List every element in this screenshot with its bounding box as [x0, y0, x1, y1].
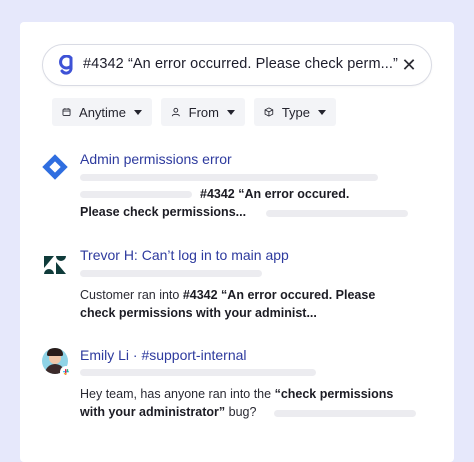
placeholder-bar	[80, 270, 262, 277]
result-snippet: check permissions with your administ...	[80, 306, 317, 320]
person-icon	[171, 107, 180, 117]
filter-label: From	[188, 104, 219, 120]
jira-icon	[42, 154, 68, 180]
result-snippet: Hey team, has anyone ran into the “check…	[80, 387, 394, 401]
result-title[interactable]: Trevor H: Can’t log in to main app	[80, 247, 289, 263]
filter-label: Type	[281, 104, 310, 120]
search-bar[interactable]: #4342 “An error occurred. Please check p…	[42, 44, 432, 86]
result-snippet: Please check permissions...	[80, 205, 247, 219]
search-query[interactable]: #4342 “An error occurred. Please check p…	[83, 56, 398, 72]
placeholder-bar	[80, 369, 316, 376]
result-snippet: Customer ran into #4342 “An error occure…	[80, 288, 376, 302]
calendar-icon	[62, 108, 71, 116]
filter-anytime[interactable]: Anytime	[52, 98, 152, 126]
result-title[interactable]: Emily Li · #support-internal	[80, 347, 247, 363]
zendesk-icon	[44, 256, 66, 274]
cube-icon	[264, 107, 274, 117]
filter-from[interactable]: From	[161, 98, 245, 126]
placeholder-bar	[274, 410, 416, 417]
placeholder-bar	[80, 191, 192, 198]
chevron-down-icon	[318, 109, 326, 115]
result-title[interactable]: Admin permissions error	[80, 151, 232, 167]
filter-type[interactable]: Type	[254, 98, 336, 126]
chevron-down-icon	[227, 109, 235, 115]
search-results-card: #4342 “An error occurred. Please check p…	[20, 22, 454, 462]
filter-label: Anytime	[79, 104, 126, 120]
result-snippet: with your administrator” bug?	[80, 405, 257, 419]
placeholder-bar	[266, 210, 408, 217]
chevron-down-icon	[134, 109, 142, 115]
slack-icon	[60, 366, 72, 378]
result-snippet: #4342 “An error occured.	[200, 187, 350, 201]
close-icon[interactable]: ✕	[399, 53, 419, 77]
g-logo-icon	[59, 55, 73, 75]
placeholder-bar	[80, 174, 378, 181]
